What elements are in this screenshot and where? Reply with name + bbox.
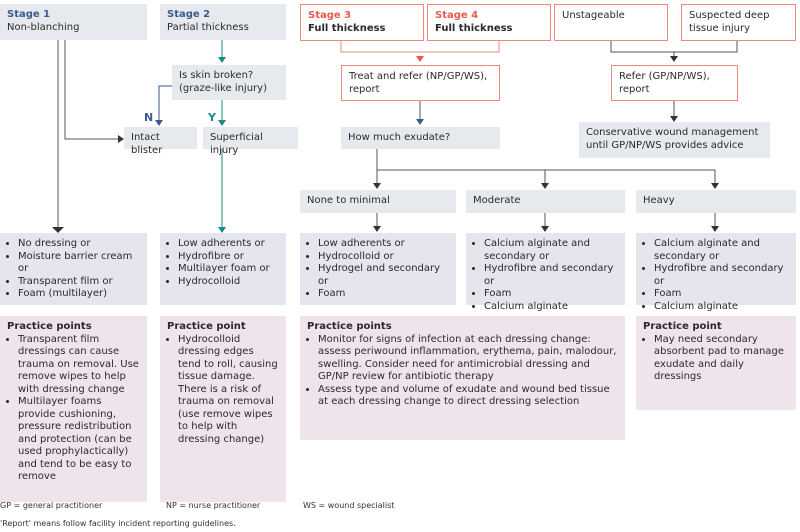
practice-points-stage-1: Practice points Transparent film dressin…: [0, 316, 147, 502]
practice-points-heavy: Practice point May need secondary absorb…: [636, 316, 796, 410]
dressing-list-moderate: Calcium alginate and secondary orHydrofi…: [466, 233, 625, 312]
refer-box: Refer (GP/NP/WS), report: [611, 65, 738, 101]
practice-item: Multilayer foams provide cushioning, pre…: [18, 396, 140, 484]
intact-blister-box: Intact blister: [124, 127, 197, 156]
moderate-box: Moderate: [466, 190, 625, 213]
practice-item: Hydrocolloid dressing edges tend to roll…: [178, 334, 279, 447]
dressing-item: Calcium alginate: [484, 301, 618, 314]
footnote-np: NP = nurse practitioner: [166, 501, 261, 510]
heavy-box: Heavy: [636, 190, 796, 213]
treat-refer-text: Treat and refer (NP/GP/WS), report: [349, 71, 488, 95]
practice-item: Monitor for signs of infection at each d…: [318, 334, 618, 384]
stage-1-desc: Non-blanching: [7, 21, 80, 33]
stage-1-title: Stage 1: [7, 9, 51, 20]
practice-title: Practice point: [643, 321, 722, 332]
dressing-item: Transparent film or: [18, 276, 140, 289]
none-minimal-text: None to minimal: [307, 195, 390, 206]
dressing-item: Hydrogel and secondary or: [318, 263, 449, 288]
skin-broken-text: Is skin broken? (graze-like injury): [179, 70, 267, 94]
superficial-injury-box: Superficial injury: [203, 127, 298, 156]
dressing-item: Foam: [654, 288, 789, 301]
stage-4-desc: Full thickness: [435, 22, 513, 34]
stage-2-title: Stage 2: [167, 9, 211, 20]
practice-points-stage-3-4: Practice points Monitor for signs of inf…: [300, 316, 625, 440]
practice-item: May need secondary absorbent pad to mana…: [654, 334, 789, 384]
practice-item: Transparent film dressings can cause tra…: [18, 334, 140, 397]
stage-4-title: Stage 4: [435, 10, 479, 21]
practice-points-stage-2: Practice point Hydrocolloid dressing edg…: [160, 316, 286, 502]
suspected-dti-box: Suspected deep tissue injury: [681, 4, 796, 41]
skin-broken-box: Is skin broken? (graze-like injury): [172, 65, 286, 100]
exudate-question-box: How much exudate?: [341, 127, 500, 149]
refer-text: Refer (GP/NP/WS), report: [619, 71, 710, 95]
dressing-item: Hydrofibre and secondary or: [654, 263, 789, 288]
dressing-item: Hydrocolloid or: [318, 251, 449, 264]
dressing-list-heavy: Calcium alginate and secondary orHydrofi…: [636, 233, 796, 312]
unstageable-box: Unstageable: [554, 4, 668, 41]
dressing-item: Low adherents or: [178, 238, 279, 251]
practice-item: Assess type and volume of exudate and wo…: [318, 384, 618, 409]
dressing-item: No dressing or: [18, 238, 140, 251]
moderate-text: Moderate: [473, 195, 521, 206]
dressing-item: Low adherents or: [318, 238, 449, 251]
intact-blister-text: Intact blister: [131, 132, 163, 156]
footnote-gp: GP = general practitioner: [0, 501, 103, 510]
treat-refer-box: Treat and refer (NP/GP/WS), report: [341, 65, 500, 101]
suspected-dti-desc: Suspected deep tissue injury: [689, 10, 770, 34]
stage-1-box: Stage 1 Non-blanching: [0, 4, 147, 40]
dressing-item: Calcium alginate and secondary or: [654, 238, 789, 263]
dressing-item: Calcium alginate and secondary or: [484, 238, 618, 263]
practice-title: Practice points: [307, 321, 392, 332]
exudate-question-text: How much exudate?: [348, 132, 451, 143]
dressing-item: Hydrocolloid: [178, 276, 279, 289]
pressure-injury-flowchart: Stage 1 Non-blanching Stage 2 Partial thic…: [0, 0, 800, 532]
unstageable-desc: Unstageable: [562, 10, 625, 21]
dressing-item: Foam: [318, 288, 449, 301]
dressing-list-stage-1: No dressing orMoisture barrier cream orT…: [0, 233, 147, 305]
dressing-item: Hydrofibre or: [178, 251, 279, 264]
dressing-item: Foam: [484, 288, 618, 301]
stage-3-desc: Full thickness: [308, 22, 386, 34]
dressing-item: Calcium alginate: [654, 301, 789, 314]
dressing-item: Hydrofibre and secondary or: [484, 263, 618, 288]
conservative-box: Conservative wound management until GP/N…: [579, 122, 770, 158]
stage-3-title: Stage 3: [308, 10, 352, 21]
footnote-report: 'Report' means follow facility incident …: [0, 519, 236, 528]
none-minimal-box: None to minimal: [300, 190, 456, 213]
footnote-ws: WS = wound specialist: [303, 501, 395, 510]
dressing-list-stage-2: Low adherents orHydrofibre orMultilayer …: [160, 233, 286, 305]
practice-title: Practice points: [7, 321, 92, 332]
dressing-item: Foam (multilayer): [18, 288, 140, 301]
stage-3-box: Stage 3 Full thickness: [300, 4, 424, 41]
no-label: N: [144, 111, 154, 124]
stage-4-box: Stage 4 Full thickness: [427, 4, 551, 41]
dressing-item: Multilayer foam or: [178, 263, 279, 276]
conservative-text: Conservative wound management until GP/N…: [586, 127, 759, 151]
dressing-list-none-minimal: Low adherents orHydrocolloid orHydrogel …: [300, 233, 456, 305]
practice-title: Practice point: [167, 321, 246, 332]
heavy-text: Heavy: [643, 195, 675, 206]
dressing-item: Moisture barrier cream or: [18, 251, 140, 276]
stage-2-desc: Partial thickness: [167, 21, 249, 33]
stage-2-box: Stage 2 Partial thickness: [160, 4, 286, 40]
yes-label: Y: [208, 111, 216, 124]
